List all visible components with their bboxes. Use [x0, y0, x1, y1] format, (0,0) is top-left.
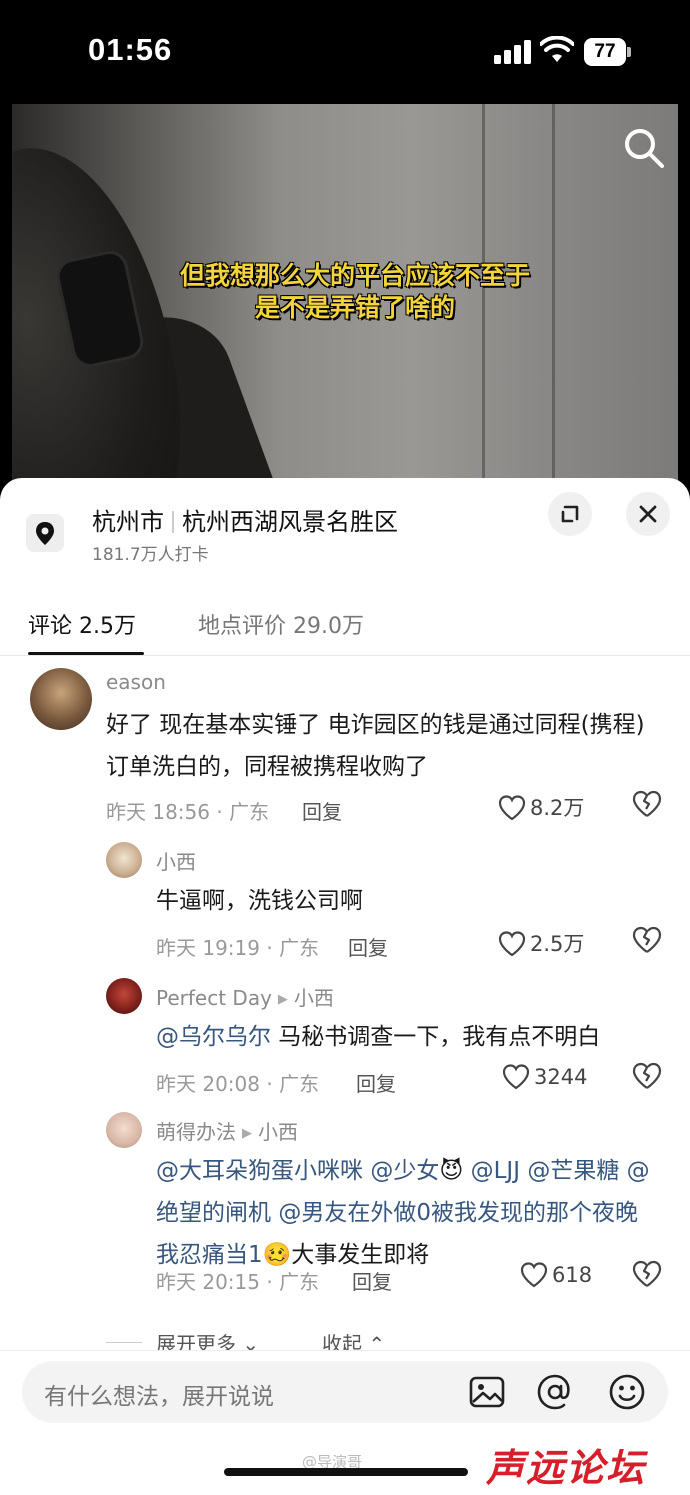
comment-text: @大耳朵狗蛋小咪咪 @少女😈 @LJJ @芒果糖 @绝望的闸机 @男友在外做0被…: [156, 1150, 656, 1276]
avatar[interactable]: [106, 1112, 142, 1148]
reply-button[interactable]: 回复: [356, 1068, 396, 1097]
cellular-signal-icon: [494, 40, 532, 64]
reply-to-username: 小西: [293, 986, 334, 1010]
divider-line: [106, 1342, 142, 1343]
comment-input-bar: 有什么想法，展开说说 @导演哥 声远论坛: [0, 1350, 690, 1495]
home-indicator[interactable]: [224, 1468, 468, 1476]
expand-button[interactable]: [548, 492, 592, 536]
comment-meta: 昨天 19:19 · 广东: [156, 936, 320, 960]
avatar[interactable]: [30, 668, 92, 730]
reply-arrow-icon: ▶: [277, 992, 288, 1007]
reply-to-username: 小西: [258, 1120, 298, 1144]
like-button[interactable]: 618: [520, 1262, 592, 1288]
location-place: 杭州西湖风景名胜区: [182, 508, 398, 536]
mention-link[interactable]: @LJJ: [471, 1158, 520, 1184]
active-tab-indicator: [28, 652, 144, 655]
woozy-emoji: 🥴: [262, 1242, 292, 1268]
status-time: 01:56: [88, 32, 173, 67]
avatar[interactable]: [106, 978, 142, 1014]
avatar[interactable]: [106, 842, 142, 878]
wifi-icon: [540, 36, 574, 62]
mention-link[interactable]: @大耳朵狗蛋小咪咪: [156, 1158, 363, 1184]
reply-button[interactable]: 回复: [352, 1266, 392, 1295]
search-icon[interactable]: [622, 126, 666, 170]
reply-button[interactable]: 回复: [302, 796, 342, 825]
heart-icon: [502, 1064, 530, 1090]
broken-heart-icon[interactable]: [632, 1062, 662, 1090]
comment-text: @乌尔乌尔 马秘书调查一下，我有点不明白: [156, 1016, 676, 1058]
video-player[interactable]: 但我想那么大的平台应该不至于 是不是弄错了啥的: [12, 104, 678, 504]
reply-arrow-icon: ▶: [242, 1126, 252, 1141]
comment-meta: 昨天 20:08 · 广东: [156, 1072, 320, 1096]
tab-comments[interactable]: 评论 2.5万: [28, 608, 136, 640]
broken-heart-icon[interactable]: [632, 926, 662, 954]
like-button[interactable]: 8.2万: [498, 792, 584, 822]
comment-username[interactable]: eason: [106, 670, 166, 694]
comment-text: 好了 现在基本实锤了 电诈园区的钱是通过同程(携程)订单洗白的，同程被携程收购了: [106, 712, 645, 780]
broken-heart-icon[interactable]: [632, 790, 662, 818]
mention-link[interactable]: @少女: [370, 1158, 439, 1184]
like-button[interactable]: 3244: [502, 1064, 587, 1090]
comments-sheet: 杭州市 杭州西湖风景名胜区 181.7万人打卡 评论 2.5万 地点评价 29.0…: [0, 478, 690, 1495]
comment-username[interactable]: 小西: [156, 846, 196, 875]
battery-icon: 77: [584, 38, 631, 66]
location-title[interactable]: 杭州市 杭州西湖风景名胜区: [92, 502, 398, 537]
comment-username[interactable]: 萌得办法 ▶ 小西: [156, 1116, 298, 1145]
comment-body: 大事发生即将: [291, 1242, 430, 1268]
reply-button[interactable]: 回复: [348, 932, 388, 961]
like-count: 8.2万: [530, 796, 585, 820]
subtitle-line-2: 是不是弄错了啥的: [254, 293, 455, 322]
mention-link[interactable]: @乌尔乌尔: [156, 1024, 271, 1050]
username-text: Perfect Day: [156, 986, 272, 1010]
heart-icon: [520, 1262, 548, 1288]
like-count: 2.5万: [530, 932, 585, 956]
tab-bar: 评论 2.5万 地点评价 29.0万: [0, 598, 690, 656]
heart-icon: [498, 931, 526, 957]
comment-meta: 昨天 18:56 · 广东: [106, 800, 270, 824]
like-count: 618: [552, 1263, 593, 1287]
mention-link[interactable]: @芒果糖: [527, 1158, 619, 1184]
video-subtitle: 但我想那么大的平台应该不至于 是不是弄错了啥的: [12, 260, 678, 324]
status-bar: 01:56 77: [0, 0, 690, 104]
tab-place-reviews[interactable]: 地点评价 29.0万: [198, 608, 364, 640]
broken-heart-icon[interactable]: [632, 1260, 662, 1288]
watermark-logo: 声远论坛: [486, 1446, 647, 1490]
comment-username[interactable]: Perfect Day ▶ 小西: [156, 982, 334, 1011]
comment-input[interactable]: 有什么想法，展开说说: [22, 1361, 668, 1423]
emoji-icon[interactable]: [608, 1373, 646, 1411]
subtitle-line-1: 但我想那么大的平台应该不至于: [179, 261, 530, 290]
location-pin-icon: [26, 514, 64, 552]
devil-emoji: 😈: [439, 1158, 464, 1184]
battery-level: 77: [584, 38, 626, 66]
title-divider: [172, 511, 174, 533]
comment-meta: 昨天 20:15 · 广东: [156, 1270, 320, 1294]
input-placeholder: 有什么想法，展开说说: [44, 1384, 274, 1410]
expand-icon: [561, 505, 579, 523]
username-text: 萌得办法: [156, 1120, 236, 1144]
comment-text: 牛逼啊，洗钱公司啊: [156, 888, 363, 914]
comment-body: 马秘书调查一下，我有点不明白: [271, 1024, 601, 1050]
location-city: 杭州市: [92, 508, 164, 536]
like-count: 3244: [534, 1065, 588, 1089]
mention-icon[interactable]: [536, 1373, 574, 1411]
like-button[interactable]: 2.5万: [498, 928, 584, 958]
close-icon: [639, 505, 657, 523]
location-checkins: 181.7万人打卡: [92, 545, 209, 565]
close-button[interactable]: [626, 492, 670, 536]
image-icon[interactable]: [468, 1373, 506, 1411]
heart-icon: [498, 795, 526, 821]
